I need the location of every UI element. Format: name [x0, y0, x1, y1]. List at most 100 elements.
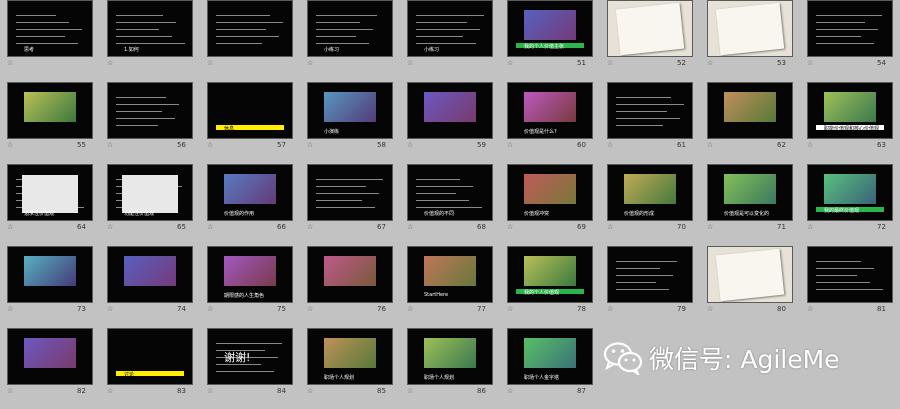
text-line [316, 193, 379, 194]
slide-number: 72 [877, 223, 886, 231]
slide-thumbnail[interactable] [207, 0, 293, 57]
slide-star-icon: ☆ [607, 59, 614, 67]
slide-star-icon: ☆ [107, 141, 114, 149]
slide-star-icon: ☆ [707, 305, 714, 313]
slide-thumbnail[interactable]: 我的个人价值主张 [507, 0, 593, 57]
slide-thumbnail[interactable] [807, 246, 893, 303]
slide-thumbnail[interactable]: 小演练 [307, 82, 393, 139]
slide-star-icon: ☆ [307, 141, 314, 149]
slide-thumbnail[interactable]: 1.如何 [107, 0, 193, 57]
slide-thumbnail[interactable] [607, 246, 693, 303]
table-block [122, 175, 178, 213]
text-line [216, 22, 283, 23]
slide-number: 80 [777, 305, 786, 313]
slide-star-icon: ☆ [507, 305, 514, 313]
slide-star-icon: ☆ [507, 387, 514, 395]
slide-thumbnail[interactable] [707, 0, 793, 57]
slide-thumbnail[interactable] [7, 82, 93, 139]
text-line [816, 36, 861, 37]
slide-picture [524, 174, 576, 204]
slide-thumbnail[interactable]: 我的个人价值观 [507, 246, 593, 303]
slide-thumbnail[interactable] [307, 246, 393, 303]
slide-thumbnail[interactable]: 职场个人规划 [407, 328, 493, 385]
slide-thumbnail[interactable]: 价值观是可以变化的 [707, 164, 793, 221]
slide-number: 76 [377, 305, 386, 313]
slide-thumbnail[interactable] [607, 0, 693, 57]
text-line [316, 36, 356, 37]
slide-star-icon: ☆ [107, 387, 114, 395]
text-line [216, 15, 270, 16]
slide-title: 期限感的人生角色 [224, 293, 265, 299]
slide-thumbnail[interactable]: 休息 [207, 82, 293, 139]
slide-thumbnail[interactable] [807, 0, 893, 57]
slide-star-icon: ☆ [807, 223, 814, 231]
slide-thumbnail[interactable] [7, 328, 93, 385]
slide-star-icon: ☆ [807, 59, 814, 67]
slide-thumbnail[interactable]: 职能价值观和核心价值观 [807, 82, 893, 139]
slide-star-icon: ☆ [307, 223, 314, 231]
text-line [616, 118, 680, 119]
slide-number: 68 [477, 223, 486, 231]
slide-thumbnail[interactable] [7, 246, 93, 303]
text-line [116, 118, 175, 119]
slide-thumbnail[interactable] [707, 82, 793, 139]
slide-thumbnail[interactable]: 我的最终价值观 [807, 164, 893, 221]
slide-number: 69 [577, 223, 586, 231]
slide-title: 价值观冲突 [524, 211, 550, 217]
slide-thumbnail[interactable] [607, 82, 693, 139]
slide-title: 谢谢! [224, 351, 251, 364]
text-line [216, 43, 262, 44]
slide-picture [724, 174, 776, 204]
slide-thumbnail[interactable]: 功能性价值观 [107, 164, 193, 221]
slide-thumbnail[interactable]: 追求性价值观 [7, 164, 93, 221]
slide-title: 我的个人价值主张 [524, 44, 565, 50]
slide-picture [24, 92, 76, 122]
slide-star-icon: ☆ [407, 387, 414, 395]
slide-thumbnail[interactable]: 价值观是什么? [507, 82, 593, 139]
table-block [22, 175, 78, 213]
slide-thumbnail[interactable]: 思考 [7, 0, 93, 57]
slide-thumbnail[interactable]: 讨论 [107, 328, 193, 385]
slide-thumbnail[interactable] [707, 246, 793, 303]
slide-thumbnail[interactable]: 小练习 [307, 0, 393, 57]
slide-star-icon: ☆ [7, 387, 14, 395]
slide-thumbnail[interactable] [307, 164, 393, 221]
text-line [116, 36, 172, 37]
slide-star-icon: ☆ [407, 141, 414, 149]
slide-thumbnail[interactable]: 小练习 [407, 0, 493, 57]
slide-star-icon: ☆ [107, 223, 114, 231]
slide-star-icon: ☆ [207, 223, 214, 231]
slide-star-icon: ☆ [507, 59, 514, 67]
slide-number: 53 [777, 59, 786, 67]
slide-thumbnail[interactable]: 价值观冲突 [507, 164, 593, 221]
text-line [316, 43, 369, 44]
slide-star-icon: ☆ [7, 305, 14, 313]
slide-star-icon: ☆ [107, 59, 114, 67]
slide-thumbnail[interactable]: 价值观的形成 [607, 164, 693, 221]
slide-thumbnail[interactable]: 价值观的作用 [207, 164, 293, 221]
slide-star-icon: ☆ [407, 59, 414, 67]
text-line [416, 179, 460, 180]
slide-number: 77 [477, 305, 486, 313]
slide-number: 84 [277, 387, 286, 395]
slide-picture [824, 174, 876, 204]
slide-thumbnail[interactable] [107, 82, 193, 139]
slide-star-icon: ☆ [207, 59, 214, 67]
slide-thumbnail[interactable] [407, 82, 493, 139]
slide-star-icon: ☆ [307, 387, 314, 395]
text-line [616, 125, 663, 126]
slide-title: 价值观的作用 [224, 211, 255, 217]
slide-thumbnail[interactable]: 职场个人金字塔 [507, 328, 593, 385]
slide-title: 追求性价值观 [24, 211, 55, 217]
slide-thumbnail[interactable]: StartHere [407, 246, 493, 303]
slide-thumbnail[interactable]: 谢谢! [207, 328, 293, 385]
slide-thumbnail[interactable]: 价值观的不同 [407, 164, 493, 221]
slide-number: 55 [77, 141, 86, 149]
slide-number: 75 [277, 305, 286, 313]
slide-thumbnail[interactable] [107, 246, 193, 303]
text-line [816, 15, 882, 16]
slide-star-icon: ☆ [207, 305, 214, 313]
slide-thumbnail[interactable]: 职场个人规划 [307, 328, 393, 385]
text-line [116, 15, 163, 16]
slide-thumbnail[interactable]: 期限感的人生角色 [207, 246, 293, 303]
